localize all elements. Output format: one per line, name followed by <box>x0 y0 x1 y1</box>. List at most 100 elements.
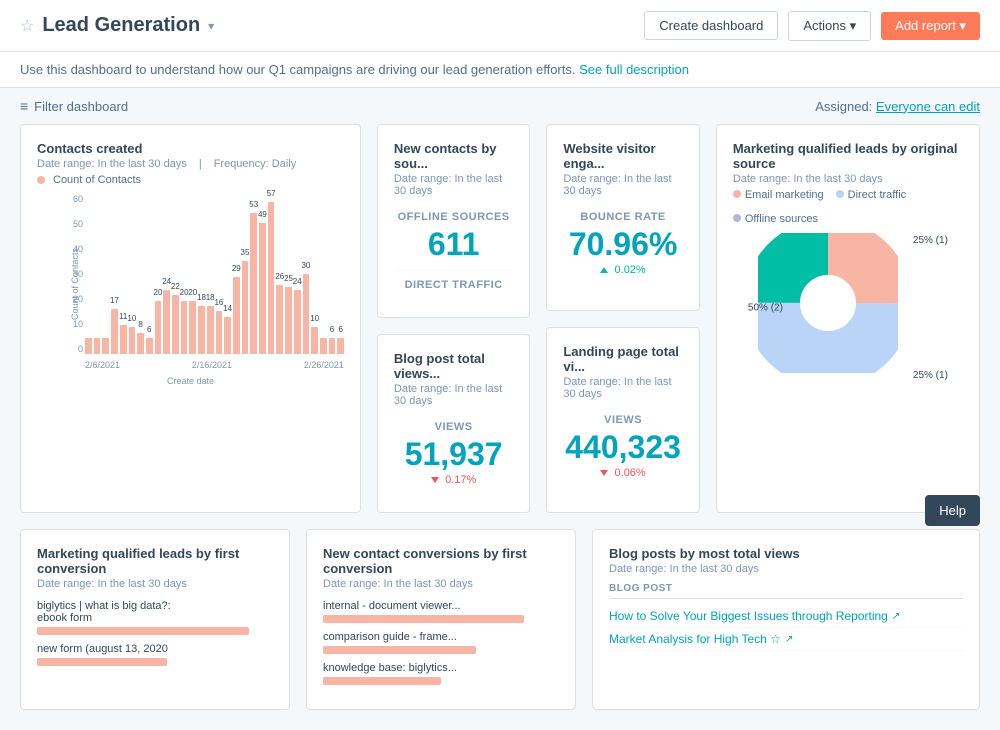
blog-post-stat-label: VIEWS <box>394 421 513 433</box>
ncc-bar-fill-1 <box>323 615 524 623</box>
landing-page-stat-change: 0.06% <box>563 467 682 479</box>
bar-fill-2 <box>37 658 167 666</box>
contacts-legend-dot <box>37 176 45 184</box>
landing-page-stat-label: VIEWS <box>563 414 682 426</box>
blog-col-header: BLOG POST <box>609 579 963 599</box>
pie-card-title: Marketing qualified leads by original so… <box>733 141 963 171</box>
bar <box>320 338 327 354</box>
pie-label-2: 50% (2) <box>748 303 783 314</box>
pie-label-1: 25% (1) <box>913 235 948 246</box>
bar: 24 <box>163 290 170 354</box>
blog-item-2-text: Market Analysis for High Tech ☆ <box>609 632 781 646</box>
pie-chart-wrapper: 25% (1) 50% (2) 25% (1) <box>758 233 938 383</box>
mql-fc-date: Date range: In the last 30 days <box>37 578 273 590</box>
new-contacts-stat: OFFLINE SOURCES 611 DIRECT TRAFFIC <box>394 201 513 301</box>
mql-bar-list: biglytics | what is big data?:ebook form… <box>37 600 273 666</box>
list-item: new form (august 13, 2020 <box>37 643 273 666</box>
mql-first-conversion-card: Marketing qualified leads by first conve… <box>20 529 290 710</box>
landing-page-card: Landing page total vi... Date range: In … <box>546 327 699 514</box>
landing-page-stat: VIEWS 440,323 0.06% <box>563 404 682 489</box>
y-axis: 6050403020100 <box>69 194 83 354</box>
bar: 11 <box>120 325 127 354</box>
bounce-rate-label: BOUNCE RATE <box>563 211 682 223</box>
legend-offline: Offline sources <box>733 213 818 225</box>
ncc-bar-list: internal - document viewer... comparison… <box>323 600 559 685</box>
page-title: Lead Generation <box>42 14 200 37</box>
website-visitor-stat: BOUNCE RATE 70.96% 0.02% <box>563 201 682 286</box>
list-item: comparison guide - frame... <box>323 631 559 654</box>
star-icon[interactable]: ☆ <box>20 16 34 36</box>
bar: 6 <box>146 338 153 354</box>
landing-page-title: Landing page total vi... <box>563 344 682 374</box>
triangle-down-icon-2 <box>600 470 608 476</box>
bar: 8 <box>137 333 144 354</box>
subtitle-bar: Use this dashboard to understand how our… <box>0 52 1000 88</box>
ncc-bar-label-3: knowledge base: biglytics... <box>323 662 559 674</box>
bar: 18 <box>207 306 214 354</box>
filter-label: Filter dashboard <box>34 99 128 114</box>
bar: 26 <box>276 285 283 354</box>
header-actions: Create dashboard Actions ▾ Add report ▾ <box>644 11 980 41</box>
assigned-section: Assigned: Everyone can edit <box>815 99 980 114</box>
external-link-icon-1: ↗ <box>892 611 900 622</box>
blog-post-stat: VIEWS 51,937 0.17% <box>394 411 513 496</box>
new-contacts-card: New contacts by sou... Date range: In th… <box>377 124 530 318</box>
help-button[interactable]: Help <box>925 495 980 526</box>
blog-views-title: Blog posts by most total views <box>609 546 963 561</box>
chevron-down-icon[interactable]: ▾ <box>208 19 214 33</box>
bar <box>102 338 109 354</box>
add-report-button[interactable]: Add report ▾ <box>881 12 980 40</box>
triangle-down-icon <box>431 477 439 483</box>
external-link-icon-2: ↗ <box>785 634 793 645</box>
new-contacts-date: Date range: In the last 30 days <box>394 173 513 197</box>
contacts-frequency: Frequency: Daily <box>214 158 297 170</box>
bar: 53 <box>250 213 257 354</box>
contacts-created-card: Contacts created Date range: In the last… <box>20 124 361 513</box>
bounce-rate-change: 0.02% <box>563 264 682 276</box>
bar-chart: 17 11 10 8 6 20 24 22 20 20 18 18 16 14 <box>85 194 344 354</box>
new-contact-conversions-card: New contact conversions by first convers… <box>306 529 576 710</box>
blog-item-2[interactable]: Market Analysis for High Tech ☆ ↗ <box>609 628 963 651</box>
website-visitor-card: Website visitor enga... Date range: In t… <box>546 124 699 311</box>
create-date-label: Create date <box>37 376 344 386</box>
ncc-title: New contact conversions by first convers… <box>323 546 559 576</box>
bar: 35 <box>242 261 249 354</box>
bar: 14 <box>224 317 231 354</box>
subtitle-text: Use this dashboard to understand how our… <box>20 62 575 77</box>
row-2: Marketing qualified leads by first conve… <box>20 529 980 710</box>
ncc-bar-label-1: internal - document viewer... <box>323 600 559 612</box>
bar-label-2: new form (august 13, 2020 <box>37 643 273 655</box>
bar: 17 <box>111 309 118 354</box>
create-dashboard-button[interactable]: Create dashboard <box>644 11 778 40</box>
stat-col-pair: New contacts by sou... Date range: In th… <box>377 124 530 513</box>
bar: 30 <box>303 274 310 354</box>
assigned-link[interactable]: Everyone can edit <box>876 99 980 114</box>
bar: 20 <box>189 301 196 354</box>
ncc-bar-fill-2 <box>323 646 476 654</box>
actions-button[interactable]: Actions ▾ <box>788 11 871 41</box>
marketing-leads-pie-card: Marketing qualified leads by original so… <box>716 124 980 513</box>
filter-dashboard-button[interactable]: ≡ Filter dashboard <box>20 98 128 114</box>
bar: 10 <box>129 327 136 354</box>
bar: 6 <box>329 338 336 354</box>
blog-item-1-text: How to Solve Your Biggest Issues through… <box>609 609 888 623</box>
pie-legend: Email marketing Direct traffic Offline s… <box>733 189 963 225</box>
landing-page-stat-value: 440,323 <box>563 430 682 465</box>
bar: 18 <box>198 306 205 354</box>
bar: 16 <box>216 311 223 354</box>
header: ☆ Lead Generation ▾ Create dashboard Act… <box>0 0 1000 52</box>
blog-post-date: Date range: In the last 30 days <box>394 383 513 407</box>
bar: 20 <box>181 301 188 354</box>
legend-direct: Direct traffic <box>836 189 906 201</box>
contacts-chart-area: Count of Contacts 6050403020100 17 11 10… <box>37 194 344 374</box>
blog-item-1[interactable]: How to Solve Your Biggest Issues through… <box>609 605 963 628</box>
bar: 6 <box>337 338 344 354</box>
blog-post-stat-change: 0.17% <box>394 474 513 486</box>
blog-posts-views-card: Blog posts by most total views Date rang… <box>592 529 980 710</box>
pie-card-date: Date range: In the last 30 days <box>733 173 963 185</box>
new-contacts-source: DIRECT TRAFFIC <box>394 270 513 291</box>
see-full-description-link[interactable]: See full description <box>579 62 689 77</box>
bar <box>94 338 101 354</box>
bar: 24 <box>294 290 301 354</box>
landing-page-date: Date range: In the last 30 days <box>563 376 682 400</box>
